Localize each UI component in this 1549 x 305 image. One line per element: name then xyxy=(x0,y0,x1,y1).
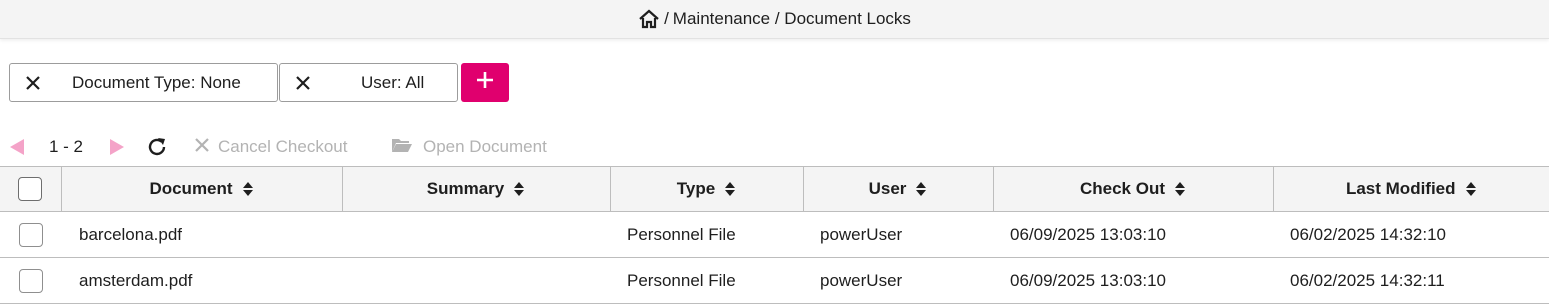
sort-icon xyxy=(915,181,927,197)
cell-summary xyxy=(342,257,610,304)
folder-open-icon xyxy=(391,137,413,158)
row-checkbox[interactable] xyxy=(18,222,43,247)
plus-icon xyxy=(476,71,494,94)
column-header-type[interactable]: Type xyxy=(610,166,804,212)
cell-user: powerUser xyxy=(803,257,993,304)
cell-last-modified: 06/02/2025 14:32:10 xyxy=(1273,211,1549,258)
column-header-document[interactable]: Document xyxy=(61,166,343,212)
sort-icon xyxy=(513,181,525,197)
column-header-user[interactable]: User xyxy=(803,166,994,212)
sort-icon xyxy=(724,181,736,197)
breadcrumb-path: Maintenance / Document Locks xyxy=(672,9,911,28)
sort-icon xyxy=(1174,181,1186,197)
cell-summary xyxy=(342,211,610,258)
results-toolbar: 1 - 2 Cancel Checkout Open Document xyxy=(0,130,600,164)
select-all-cell xyxy=(0,166,62,212)
column-header-last-modified[interactable]: Last Modified xyxy=(1273,166,1549,212)
column-label: Type xyxy=(676,179,716,198)
cell-user: powerUser xyxy=(803,211,993,258)
row-select-cell xyxy=(0,257,61,304)
cell-type: Personnel File xyxy=(610,211,803,258)
cancel-checkout-button[interactable]: Cancel Checkout xyxy=(195,130,347,164)
cell-check-out: 06/09/2025 13:03:10 xyxy=(993,211,1273,258)
document-locks-table: Document Summary Type User Check Out Las… xyxy=(0,166,1549,304)
sort-icon xyxy=(1465,181,1477,197)
column-label: User xyxy=(868,179,907,198)
cancel-checkout-label: Cancel Checkout xyxy=(218,137,348,156)
column-label: Check Out xyxy=(1079,179,1166,198)
refresh-button[interactable] xyxy=(146,130,168,164)
sort-icon xyxy=(242,181,254,197)
table-row[interactable]: amsterdam.pdf Personnel File powerUser 0… xyxy=(0,257,1549,304)
next-page-button[interactable] xyxy=(108,130,126,164)
close-icon xyxy=(195,137,209,157)
filter-chip-label: Document Type: None xyxy=(72,72,241,92)
select-all-checkbox[interactable] xyxy=(18,177,43,201)
filter-bar: Document Type: None User: All xyxy=(9,63,458,102)
add-filter-button[interactable] xyxy=(461,63,509,102)
open-document-button[interactable]: Open Document xyxy=(391,130,547,164)
table-header-row: Document Summary Type User Check Out Las… xyxy=(0,166,1549,212)
row-checkbox[interactable] xyxy=(18,268,43,293)
column-header-summary[interactable]: Summary xyxy=(342,166,611,212)
filter-chip-label: User: All xyxy=(361,72,425,92)
cell-check-out: 06/09/2025 13:03:10 xyxy=(993,257,1273,304)
cell-document: barcelona.pdf xyxy=(61,211,342,258)
header-bar: / Maintenance / Document Locks xyxy=(0,0,1549,39)
home-icon[interactable] xyxy=(638,9,660,29)
filter-chip-user[interactable]: User: All xyxy=(279,63,458,102)
column-label: Last Modified xyxy=(1345,179,1456,198)
column-label: Summary xyxy=(426,179,505,198)
column-label: Document xyxy=(149,179,233,198)
breadcrumb: / Maintenance / Document Locks xyxy=(638,9,911,29)
cell-last-modified: 06/02/2025 14:32:11 xyxy=(1273,257,1549,304)
previous-page-button[interactable] xyxy=(8,130,26,164)
open-document-label: Open Document xyxy=(423,137,547,156)
column-header-check-out[interactable]: Check Out xyxy=(993,166,1274,212)
row-select-cell xyxy=(0,211,61,258)
cell-type: Personnel File xyxy=(610,257,803,304)
breadcrumb-separator: / xyxy=(664,9,669,28)
filter-chip-document-type[interactable]: Document Type: None xyxy=(9,63,278,102)
close-icon[interactable] xyxy=(296,75,316,90)
table-row[interactable]: barcelona.pdf Personnel File powerUser 0… xyxy=(0,211,1549,258)
close-icon[interactable] xyxy=(26,75,46,90)
page-range: 1 - 2 xyxy=(49,137,84,156)
cell-document: amsterdam.pdf xyxy=(61,257,342,304)
